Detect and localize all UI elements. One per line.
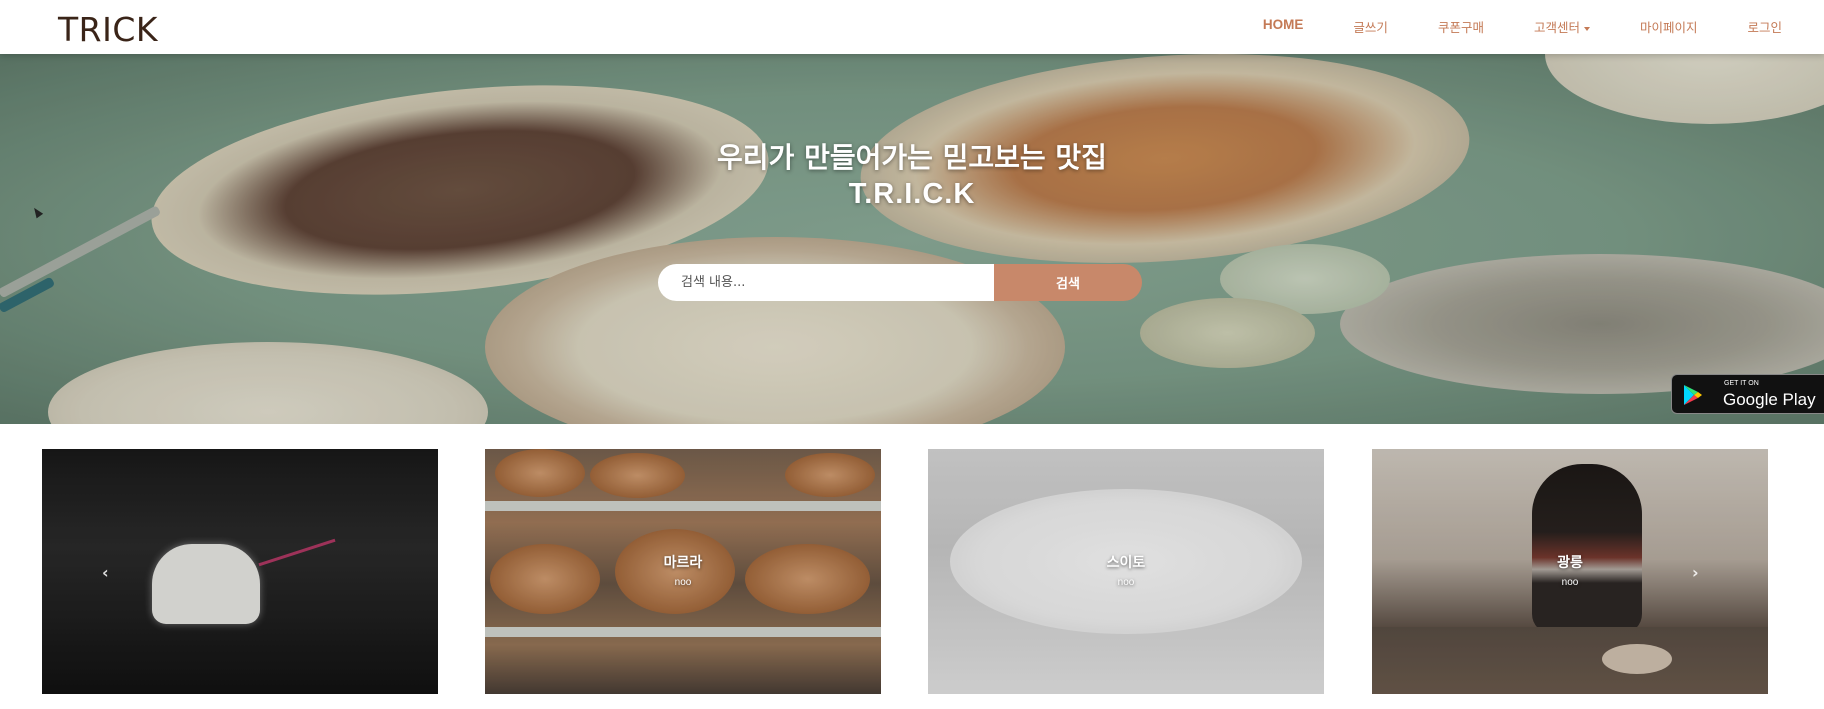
card-subtitle: noo (674, 577, 692, 588)
restaurant-card-row: ‹ 마르라 noo 스이토 noo 광릉 noo › (0, 424, 1824, 709)
restaurant-card[interactable]: 마르라 noo (485, 449, 881, 694)
nav-support-label: 고객센터 (1533, 20, 1580, 35)
card-title: 광릉 (1557, 555, 1583, 571)
google-play-icon (1684, 385, 1702, 405)
search-input[interactable] (658, 264, 994, 301)
brand-text: TRICK (58, 10, 159, 49)
nav-support[interactable]: 고객센터 (1534, 17, 1590, 36)
hero-overlay (0, 54, 1824, 424)
nav-coupon[interactable]: 쿠폰구매 (1438, 17, 1484, 36)
card-subtitle: noo (1117, 577, 1135, 588)
search-button[interactable]: 검색 (994, 264, 1142, 301)
card-title: 스이토 (1106, 555, 1146, 571)
chevron-down-icon (1583, 26, 1590, 31)
google-play-badge[interactable]: GET IT ON Google Play (1671, 374, 1824, 414)
nav-mypage[interactable]: 마이페이지 (1640, 17, 1698, 36)
search-bar: 검색 (658, 264, 1142, 301)
card-title: 마르라 (663, 555, 703, 571)
store-badge-small-text: GET IT ON (1724, 380, 1759, 387)
nav-write[interactable]: 글쓰기 (1353, 17, 1388, 36)
restaurant-card[interactable]: ‹ (42, 449, 438, 694)
hero-title: 우리가 만들어가는 믿고보는 맛집 (717, 141, 1107, 174)
hero-subtitle: T.R.I.C.K (848, 178, 976, 210)
store-badge-big-text: Google Play (1723, 390, 1816, 409)
brand-logo[interactable]: TRICK (58, 10, 158, 49)
restaurant-card[interactable]: 광릉 noo › (1372, 449, 1768, 694)
nav-home[interactable]: HOME (1263, 17, 1304, 36)
card-subtitle: noo (1561, 577, 1579, 588)
top-navbar: TRICK HOME 글쓰기 쿠폰구매 고객센터 마이페이지 로그인 (0, 0, 1824, 54)
chevron-left-icon[interactable]: ‹ (102, 563, 109, 582)
nav-login[interactable]: 로그인 (1747, 17, 1782, 36)
hero-banner: 우리가 만들어가는 믿고보는 맛집 T.R.I.C.K 검색 GET IT ON… (0, 54, 1824, 424)
chevron-right-icon[interactable]: › (1692, 563, 1699, 582)
restaurant-card[interactable]: 스이토 noo (928, 449, 1324, 694)
main-nav: HOME 글쓰기 쿠폰구매 고객센터 마이페이지 로그인 (1213, 17, 1782, 36)
